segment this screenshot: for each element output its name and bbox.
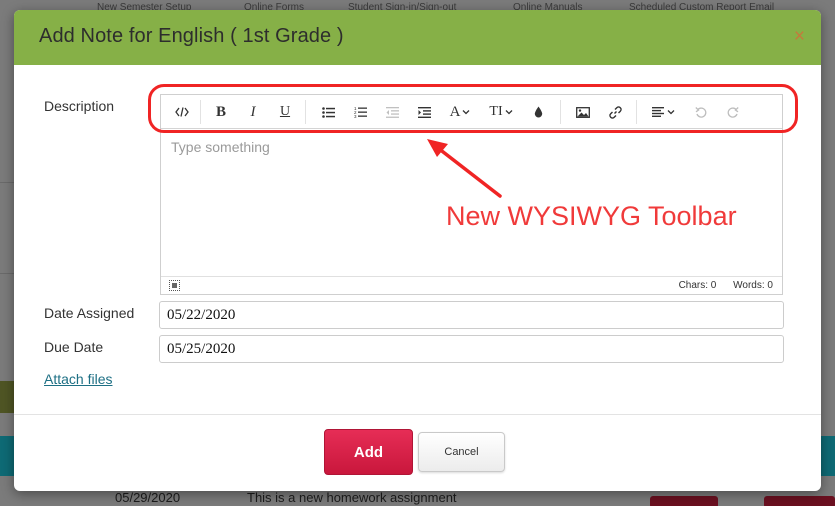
annotation-label: New WYSIWYG Toolbar [446, 201, 737, 231]
chars-count: Chars: 0 [678, 280, 717, 291]
modal-header: Add Note for English ( 1st Grade ) × [14, 10, 821, 65]
editor-placeholder: Type something [171, 139, 270, 155]
fullscreen-icon[interactable] [169, 280, 180, 291]
due-date-label: Due Date [44, 339, 104, 355]
words-count: Words: 0 [733, 280, 773, 291]
editor-status-bar: Chars: 0 Words: 0 [161, 276, 782, 294]
add-button[interactable]: Add [324, 429, 413, 475]
bg-divider [0, 182, 14, 183]
description-label: Description [44, 98, 115, 114]
bg-table-header [821, 436, 835, 476]
bg-row-button [764, 496, 835, 506]
close-icon[interactable]: × [794, 27, 805, 46]
toolbar-highlight-outline [148, 84, 798, 133]
bg-row-text: This is a new homework assignment [247, 490, 457, 505]
bg-row-date: 05/29/2020 [115, 490, 181, 505]
modal-title: Add Note for English ( 1st Grade ) [39, 25, 344, 47]
bg-row-button [650, 496, 718, 506]
footer-divider [14, 414, 821, 415]
add-note-modal: Add Note for English ( 1st Grade ) × Des… [14, 10, 821, 491]
bg-divider [0, 273, 14, 274]
date-assigned-input[interactable]: 05/22/2020 [159, 301, 784, 329]
bg-table-header [0, 436, 14, 476]
editor-counts: Chars: 0 Words: 0 [665, 280, 773, 291]
cancel-button[interactable]: Cancel [418, 432, 505, 472]
date-assigned-label: Date Assigned [44, 305, 135, 321]
due-date-input[interactable]: 05/25/2020 [159, 335, 784, 363]
attach-files-link[interactable]: Attach files [44, 371, 112, 387]
bg-olive-block [0, 381, 14, 413]
